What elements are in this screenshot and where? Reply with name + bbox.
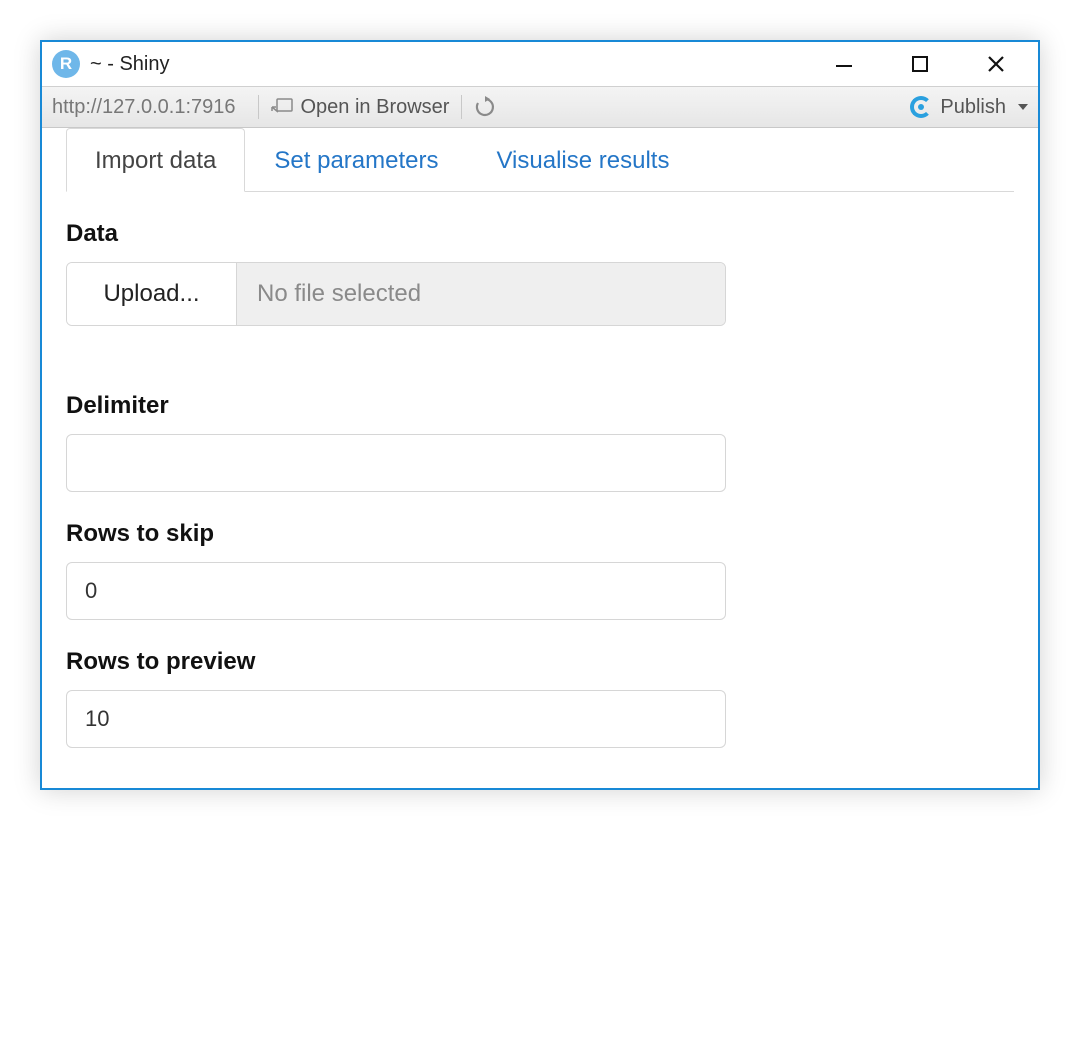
data-section: Data Upload... No file selected	[66, 220, 1014, 326]
minimize-icon	[834, 54, 854, 74]
maximize-icon	[911, 55, 929, 73]
window-controls	[824, 48, 1028, 80]
minimize-button[interactable]	[824, 48, 864, 80]
address-bar[interactable]: http://127.0.0.1:7916	[52, 96, 246, 119]
reload-button[interactable]	[474, 96, 496, 118]
tab-set-parameters[interactable]: Set parameters	[245, 128, 467, 192]
delimiter-label: Delimiter	[66, 392, 1014, 420]
titlebar: R ~ - Shiny	[42, 42, 1038, 86]
rows-to-skip-input[interactable]	[66, 562, 726, 620]
tab-import-data[interactable]: Import data	[66, 128, 245, 192]
data-label: Data	[66, 220, 1014, 248]
rows-to-skip-label: Rows to skip	[66, 520, 1014, 548]
close-button[interactable]	[976, 48, 1016, 80]
publish-label: Publish	[940, 96, 1006, 119]
publish-icon	[910, 96, 932, 118]
tabs: Import data Set parameters Visualise res…	[66, 128, 1014, 192]
upload-placeholder: No file selected	[237, 263, 725, 325]
open-in-browser-label: Open in Browser	[301, 96, 450, 119]
reload-icon	[474, 96, 496, 118]
content-area: Import data Set parameters Visualise res…	[42, 128, 1038, 788]
close-icon	[986, 54, 1006, 74]
app-window: R ~ - Shiny http://127.0.0.1:7916 Open i…	[40, 40, 1040, 790]
maximize-button[interactable]	[900, 48, 940, 80]
toolbar: http://127.0.0.1:7916 Open in Browser Pu…	[42, 86, 1038, 128]
window-title: ~ - Shiny	[90, 53, 824, 76]
tab-visualise-results[interactable]: Visualise results	[467, 128, 698, 192]
delimiter-input[interactable]	[66, 434, 726, 492]
app-icon: R	[52, 50, 80, 78]
separator	[258, 95, 259, 119]
open-in-browser-icon	[271, 98, 293, 116]
separator	[461, 95, 462, 119]
publish-button[interactable]: Publish	[910, 96, 1028, 119]
rows-to-preview-label: Rows to preview	[66, 648, 1014, 676]
file-input-row: Upload... No file selected	[66, 262, 726, 326]
open-in-browser-button[interactable]: Open in Browser	[271, 96, 450, 119]
chevron-down-icon	[1018, 104, 1028, 110]
rows-to-skip-section: Rows to skip	[66, 520, 1014, 620]
rows-to-preview-input[interactable]	[66, 690, 726, 748]
rows-to-preview-section: Rows to preview	[66, 648, 1014, 748]
upload-button[interactable]: Upload...	[67, 263, 237, 325]
delimiter-section: Delimiter	[66, 392, 1014, 492]
